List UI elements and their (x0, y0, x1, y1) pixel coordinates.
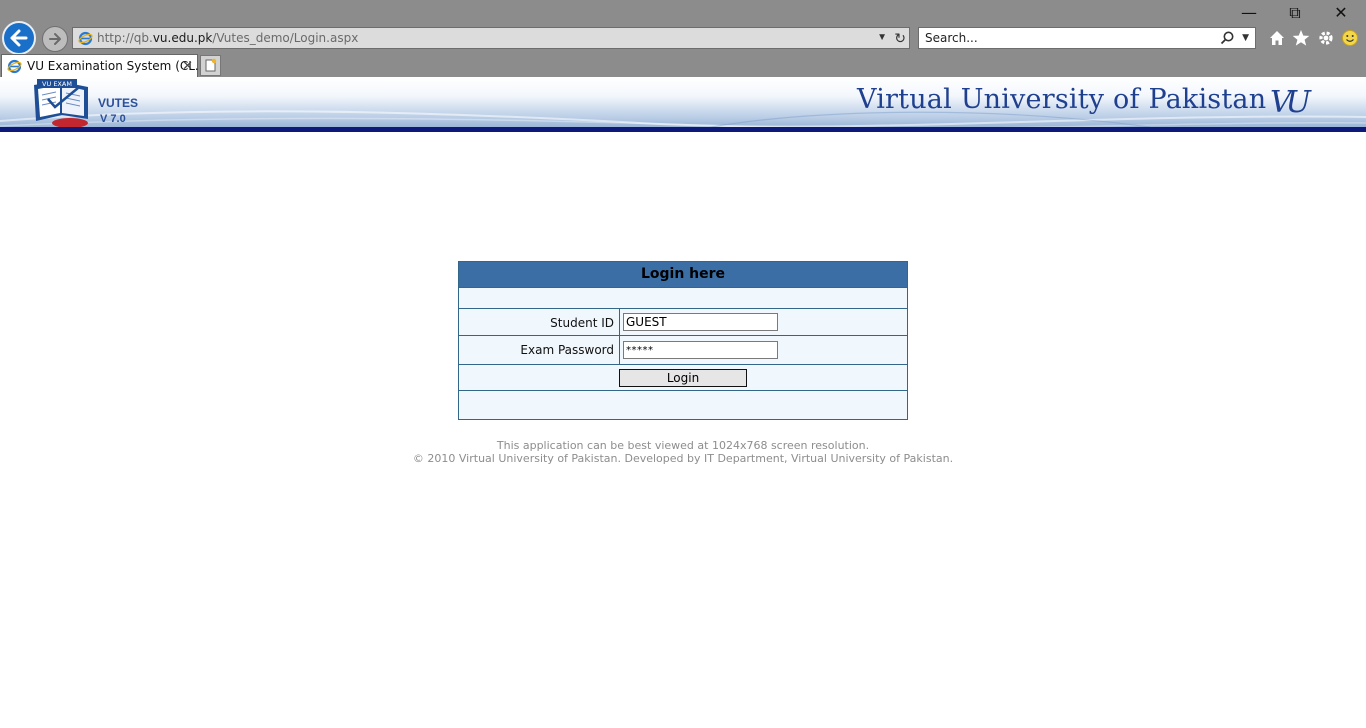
app-version: V 7.0 (100, 113, 126, 125)
vu-logo: VU (1270, 85, 1311, 120)
new-tab-icon (205, 58, 217, 72)
home-icon[interactable] (1267, 28, 1287, 48)
favorites-icon[interactable] (1291, 28, 1311, 48)
student-id-label: Student ID (550, 316, 614, 330)
tab-strip: VU Examination System (CL... ✕ (0, 53, 1366, 77)
app-name: VUTES (98, 96, 139, 110)
back-icon (10, 29, 28, 47)
divider (459, 287, 907, 288)
divider (459, 308, 907, 309)
copyright-note: © 2010 Virtual University of Pakistan. D… (412, 452, 954, 465)
site-banner: VU EXAM VUTES V 7.0 Virtual University o… (0, 77, 1366, 131)
address-url: http://qb.vu.edu.pk/Vutes_demo/Login.asp… (97, 31, 359, 45)
back-button[interactable] (2, 21, 36, 55)
forward-button[interactable] (42, 26, 68, 52)
logo-text: VU EXAM (42, 80, 72, 88)
banner-divider (0, 127, 1366, 132)
new-tab-button[interactable] (200, 55, 221, 76)
refresh-icon[interactable]: ↻ (894, 28, 906, 48)
vutes-logo: VU EXAM (34, 79, 88, 128)
close-window-button[interactable]: ✕ (1318, 2, 1364, 24)
divider (459, 364, 907, 365)
forward-icon (49, 33, 61, 45)
divider (459, 390, 907, 391)
smiley-icon[interactable] (1340, 28, 1360, 48)
browser-chrome: — ⧉ ✕ http://qb.vu.edu.pk/Vutes_demo/Log… (0, 0, 1366, 77)
exam-password-label: Exam Password (520, 343, 614, 357)
address-bar[interactable]: http://qb.vu.edu.pk/Vutes_demo/Login.asp… (72, 27, 910, 49)
university-name: Virtual University of Pakistan (857, 84, 1267, 115)
tab-title: VU Examination System (CL... (27, 59, 207, 73)
login-panel: Login here Student ID Exam Password Logi… (458, 261, 908, 420)
divider (459, 335, 907, 336)
ie-icon (78, 31, 93, 46)
close-tab-icon[interactable]: ✕ (182, 55, 193, 77)
exam-password-input[interactable] (623, 341, 778, 359)
restore-button[interactable]: ⧉ (1272, 2, 1318, 24)
search-dropdown-icon[interactable]: ▼ (1242, 28, 1249, 48)
search-box[interactable]: ▼ (918, 27, 1256, 49)
login-button[interactable]: Login (619, 369, 747, 387)
tab-vu-examination[interactable]: VU Examination System (CL... ✕ (1, 54, 206, 77)
login-header: Login here (459, 262, 907, 287)
student-id-input[interactable] (623, 313, 778, 331)
minimize-button[interactable]: — (1226, 2, 1272, 24)
search-input[interactable] (919, 28, 1215, 48)
divider (619, 308, 620, 364)
settings-icon[interactable] (1316, 28, 1336, 48)
ie-icon (7, 59, 22, 74)
search-icon[interactable] (1219, 30, 1235, 46)
resolution-note: This application can be best viewed at 1… (496, 439, 870, 452)
address-dropdown-icon[interactable]: ▼ (877, 28, 887, 48)
